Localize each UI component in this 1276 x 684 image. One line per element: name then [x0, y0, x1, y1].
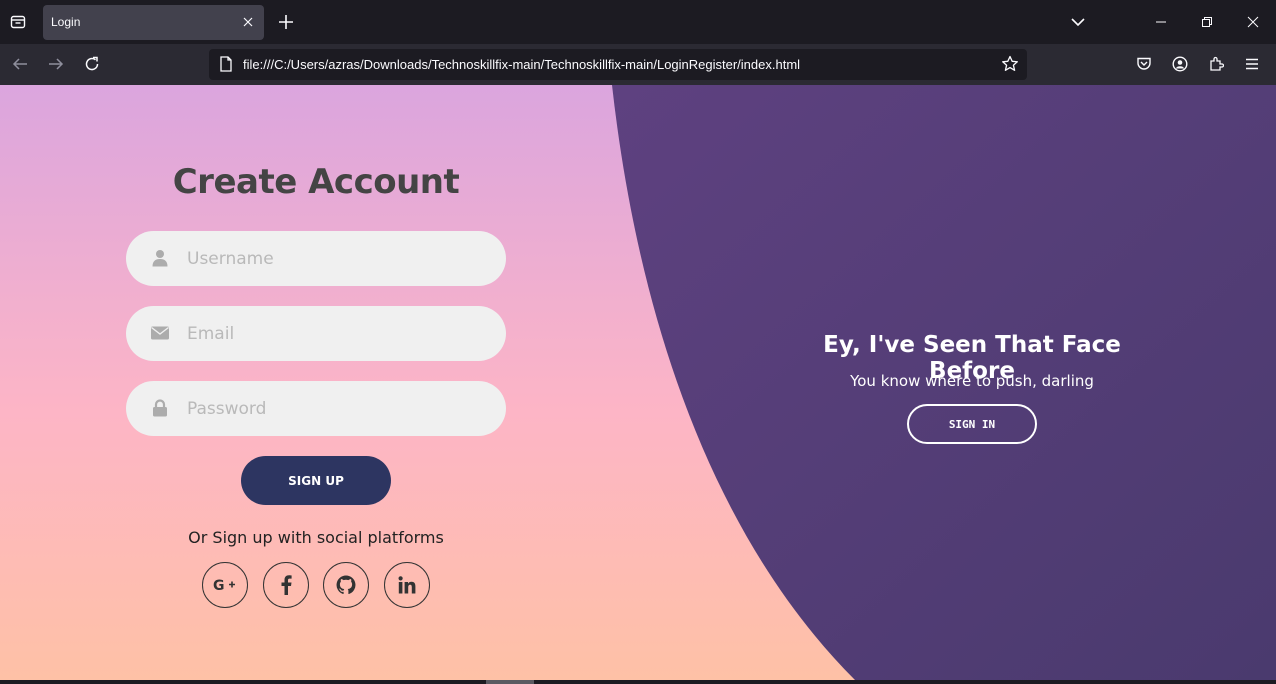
tab-overview-icon[interactable] — [0, 0, 36, 44]
pocket-icon[interactable] — [1134, 54, 1154, 74]
username-field[interactable] — [126, 231, 506, 286]
sign-in-button[interactable]: SIGN IN — [907, 404, 1037, 444]
browser-tab[interactable]: Login — [43, 5, 264, 40]
panel-text: You know where to push, darling — [850, 372, 1094, 390]
page-icon — [219, 56, 233, 76]
password-field[interactable] — [126, 381, 506, 436]
back-icon[interactable] — [10, 54, 30, 74]
url-text: file:///C:/Users/azras/Downloads/Technos… — [243, 57, 801, 72]
form-title: Create Account — [172, 162, 460, 202]
restore-icon[interactable] — [1184, 0, 1230, 44]
close-window-icon[interactable] — [1230, 0, 1276, 44]
signup-form: Create Account SIGN UP Or Sign up with s… — [0, 85, 632, 680]
envelope-icon — [150, 323, 170, 343]
close-tab-icon[interactable] — [240, 14, 256, 30]
lock-icon — [150, 398, 170, 418]
facebook-icon[interactable] — [263, 562, 309, 608]
linkedin-icon[interactable] — [384, 562, 430, 608]
scrollbar-thumb[interactable] — [486, 680, 534, 684]
browser-nav-bar: file:///C:/Users/azras/Downloads/Technos… — [0, 44, 1276, 85]
minimize-icon[interactable] — [1138, 0, 1184, 44]
social-text: Or Sign up with social platforms — [188, 528, 444, 547]
browser-tab-bar: Login — [0, 0, 1276, 44]
email-input[interactable] — [187, 306, 487, 361]
url-bar[interactable]: file:///C:/Users/azras/Downloads/Technos… — [209, 49, 1027, 80]
tab-title: Login — [51, 15, 81, 29]
bookmark-star-icon[interactable] — [1001, 55, 1019, 77]
svg-text:G: G — [213, 578, 225, 593]
google-plus-icon[interactable]: G — [202, 562, 248, 608]
reload-icon[interactable] — [82, 54, 102, 74]
horizontal-scrollbar[interactable] — [0, 680, 1276, 684]
sign-up-button[interactable]: SIGN UP — [241, 456, 391, 505]
github-icon[interactable] — [323, 562, 369, 608]
page-viewport: Create Account SIGN UP Or Sign up with s… — [0, 85, 1276, 680]
list-tabs-icon[interactable] — [1068, 13, 1088, 31]
account-icon[interactable] — [1170, 54, 1190, 74]
password-input[interactable] — [187, 381, 487, 436]
username-input[interactable] — [187, 231, 487, 286]
user-icon — [150, 248, 170, 268]
extensions-icon[interactable] — [1206, 54, 1226, 74]
forward-icon[interactable] — [46, 54, 66, 74]
menu-icon[interactable] — [1242, 54, 1262, 74]
new-tab-icon[interactable] — [277, 13, 295, 31]
email-field[interactable] — [126, 306, 506, 361]
